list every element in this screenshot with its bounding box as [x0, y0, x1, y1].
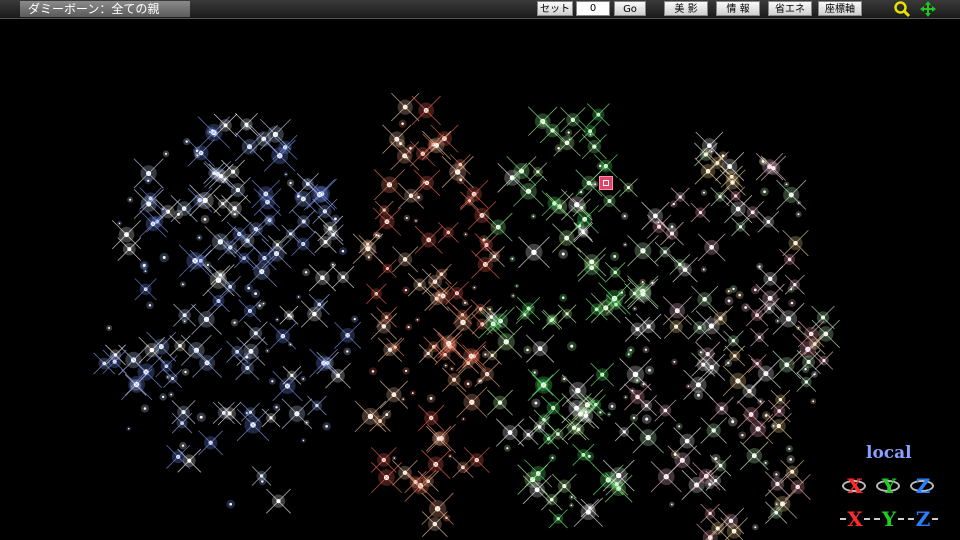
move-cross-icon[interactable] [919, 0, 937, 18]
set-frame-button[interactable]: セット [537, 1, 573, 16]
move-x-handle[interactable]: X [840, 507, 870, 531]
info-button[interactable]: 情 報 [716, 1, 760, 16]
energy-save-button[interactable]: 省エネ [768, 1, 812, 16]
local-mode-label[interactable]: local [866, 443, 912, 463]
selected-bone-title: ダミーボーン：全ての親 [20, 1, 190, 17]
rotate-y-handle[interactable]: Y [876, 474, 902, 498]
magnifier-icon[interactable] [893, 0, 911, 18]
particle-stars [93, 92, 840, 540]
go-button[interactable]: Go [614, 1, 646, 16]
selected-bone-marker[interactable] [599, 176, 613, 190]
coordinate-axis-button[interactable]: 座標軸 [818, 1, 862, 16]
rotate-z-handle[interactable]: Z [910, 474, 936, 498]
frame-number-input[interactable] [576, 1, 610, 16]
3d-viewport[interactable] [0, 19, 960, 540]
beauty-shadow-button[interactable]: 美 影 [664, 1, 708, 16]
move-z-handle[interactable]: Z [908, 507, 938, 531]
rotate-x-handle[interactable]: X [842, 474, 868, 498]
top-toolbar: ダミーボーン：全ての親 セット Go 美 影 情 報 省エネ 座標軸 [0, 0, 960, 19]
move-y-handle[interactable]: Y [874, 507, 904, 531]
